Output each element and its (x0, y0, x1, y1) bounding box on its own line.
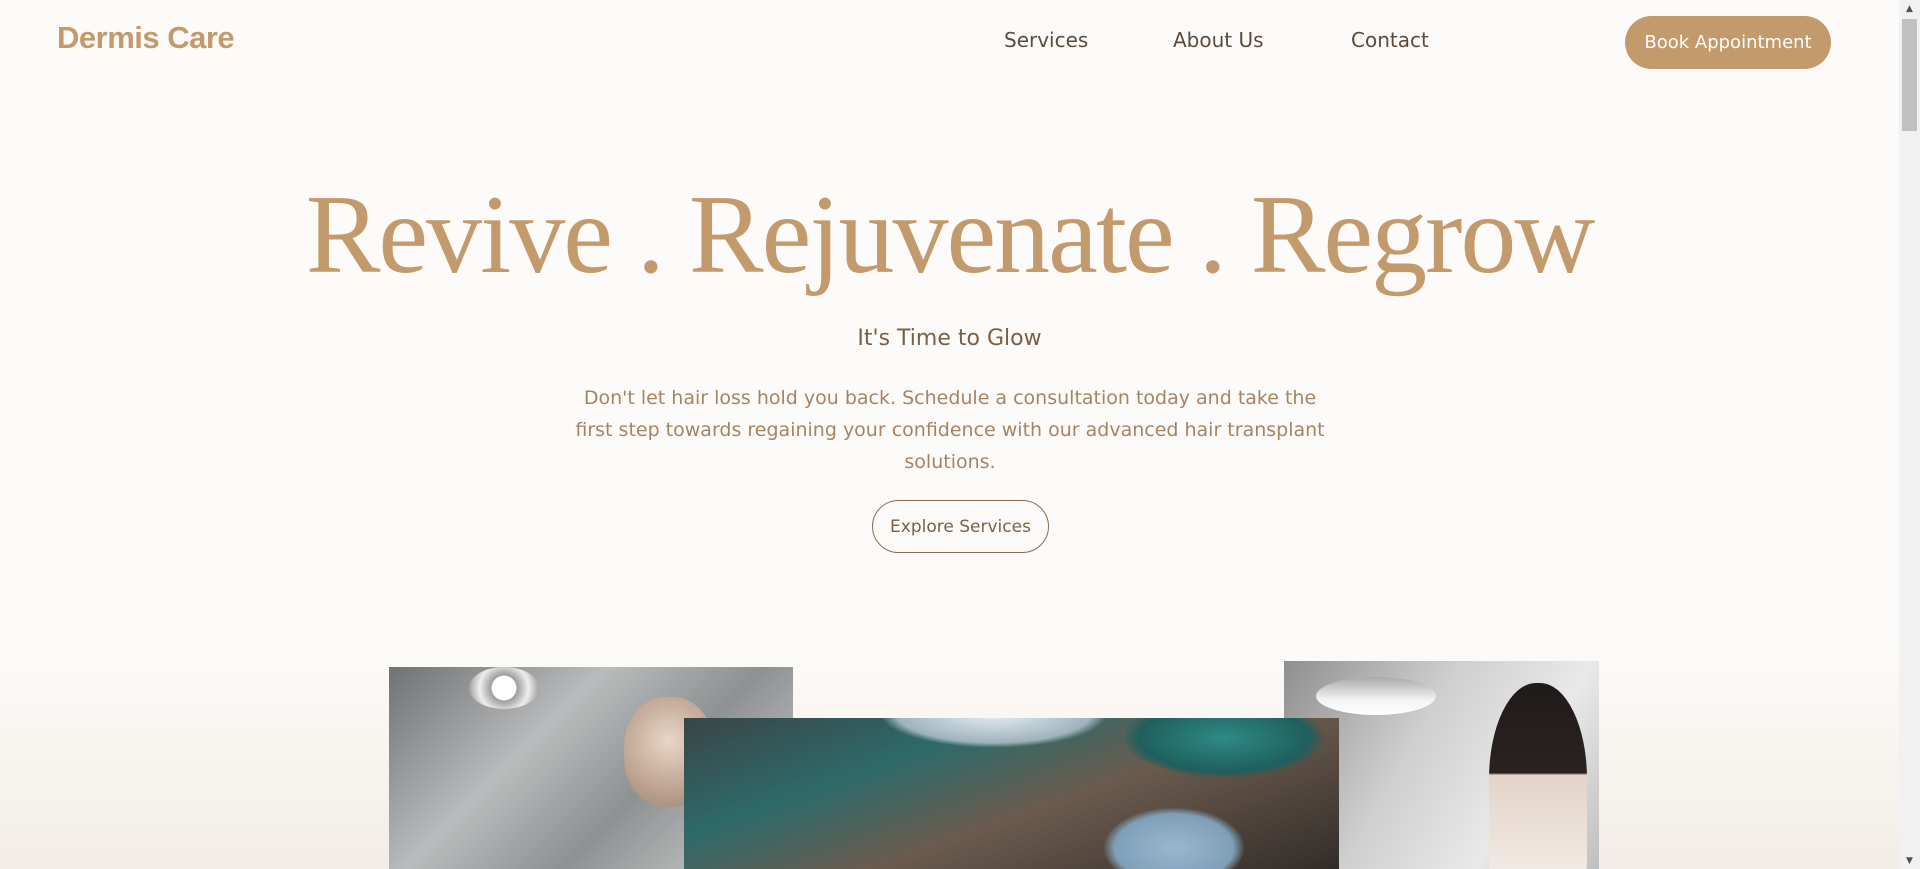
hero-title: Revive . Rejuvenate . Regrow (305, 173, 1596, 297)
explore-services-button[interactable]: Explore Services (872, 500, 1049, 553)
nav-link-contact[interactable]: Contact (1351, 28, 1429, 52)
nav-link-about-us[interactable]: About Us (1173, 28, 1264, 52)
hero-description: Don't let hair loss hold you back. Sched… (575, 387, 1325, 473)
scroll-down-arrow-icon[interactable]: ▼ (1899, 852, 1920, 869)
surgical-lamp-graphic (469, 667, 539, 709)
book-appointment-button[interactable]: Book Appointment (1625, 16, 1831, 69)
site-logo[interactable]: Dermis Care (57, 20, 235, 56)
page: Dermis Care Services About Us Contact Bo… (0, 0, 1899, 869)
ceiling-lamp-graphic (1316, 677, 1436, 715)
scroll-up-arrow-icon[interactable]: ▲ (1899, 0, 1920, 17)
hair-transplant-procedure-photo (684, 718, 1339, 869)
specialist-figure-graphic (1489, 683, 1587, 869)
scrollbar-thumb[interactable] (1902, 19, 1917, 131)
hero-subtitle: It's Time to Glow (857, 326, 1042, 351)
page-scrollbar[interactable]: ▲ ▼ (1899, 0, 1920, 869)
operating-light-graphic (879, 718, 1109, 748)
surgical-mask-graphic (1104, 808, 1244, 869)
nav-link-services[interactable]: Services (1004, 28, 1088, 52)
surgical-cap-graphic (1124, 718, 1324, 778)
